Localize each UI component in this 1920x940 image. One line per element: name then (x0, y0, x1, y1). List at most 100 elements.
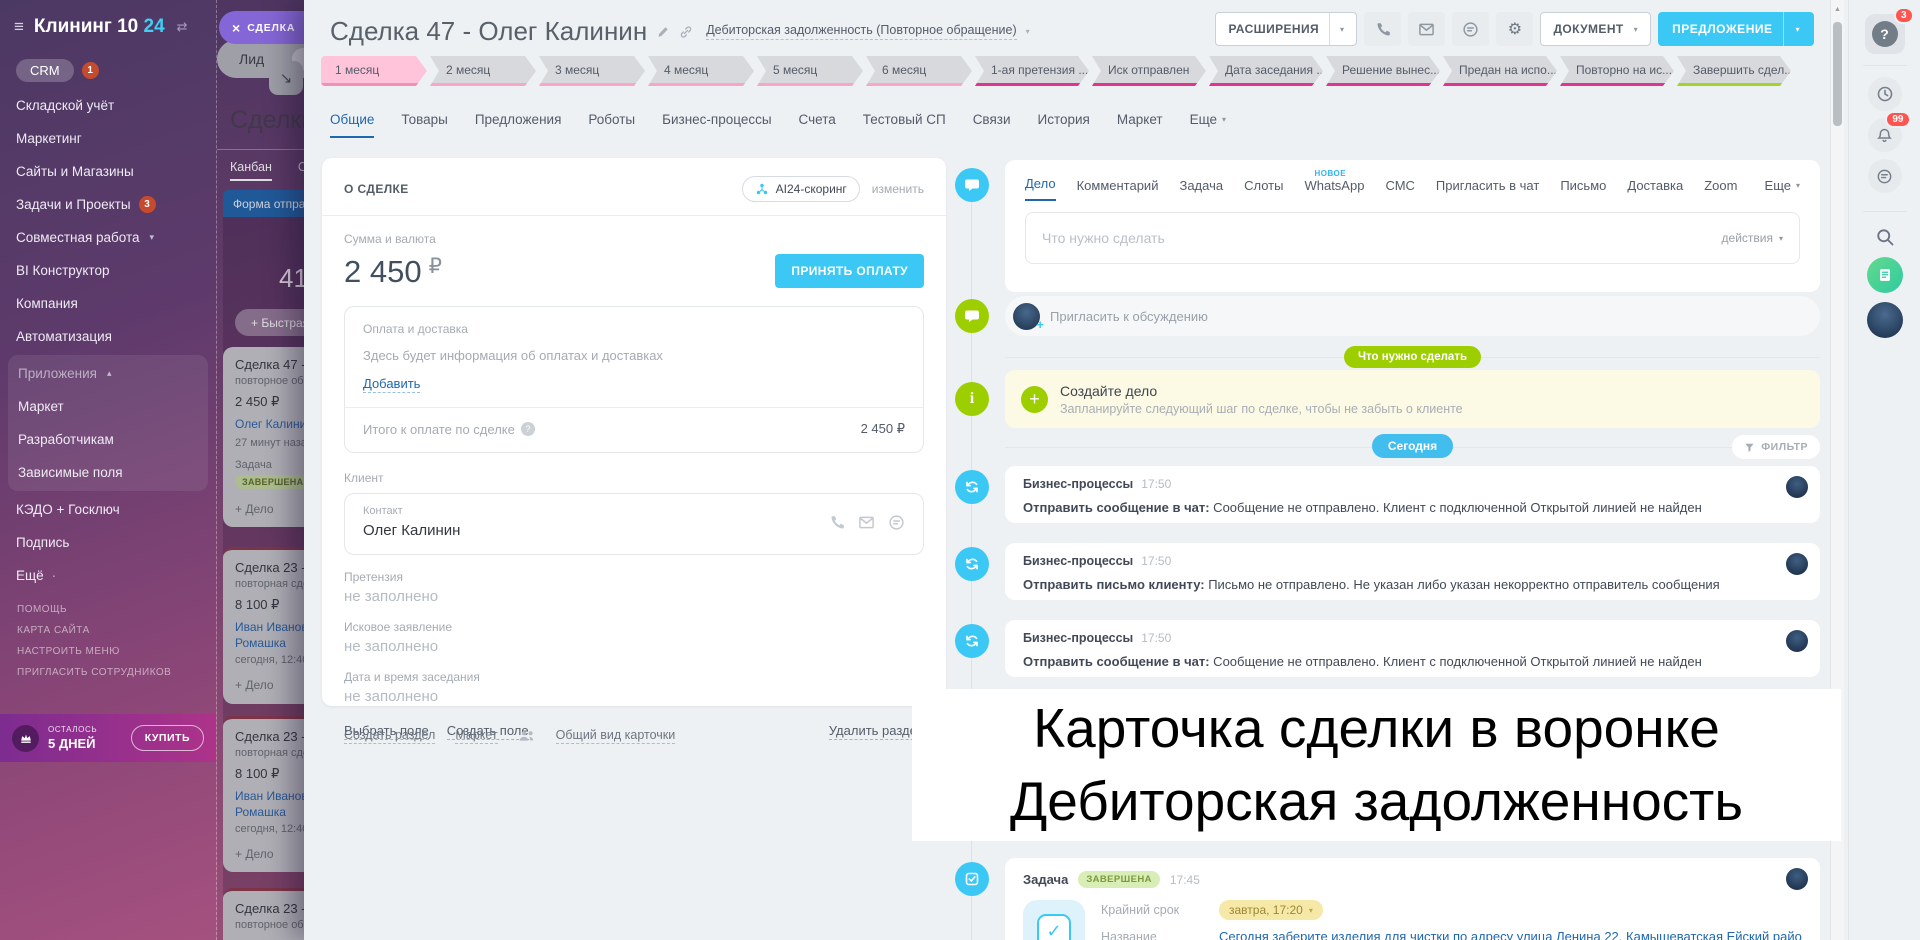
history-clock-button[interactable] (1867, 77, 1902, 111)
stage-close-deal[interactable]: Завершить сдел... (1677, 56, 1791, 86)
chevron-down-icon[interactable]: ▾ (1795, 25, 1800, 34)
tab-history[interactable]: История (1038, 112, 1090, 136)
tl-tab-letter[interactable]: Письмо (1560, 178, 1606, 201)
stage-month-6[interactable]: 6 месяц (866, 56, 972, 86)
chevron-down-icon[interactable]: ▾ (1340, 25, 1344, 34)
sidebar-item-automation[interactable]: Автоматизация (0, 320, 216, 353)
tl-tab-zoom[interactable]: Zoom (1704, 178, 1737, 201)
copy-link-icon[interactable] (679, 25, 693, 39)
stage-re-enforcement[interactable]: Повторно на ис... (1560, 56, 1674, 86)
card-company-link[interactable]: Ромашка (235, 636, 304, 650)
search-icon[interactable] (1875, 227, 1895, 247)
email-button[interactable] (1408, 12, 1446, 46)
call-button[interactable] (1364, 12, 1402, 46)
pipeline-selector[interactable]: Дебиторская задолженность (Повторное обр… (706, 23, 1017, 40)
footer-link-help[interactable]: ПОМОЩЬ (17, 604, 171, 615)
task-name-link[interactable]: Сегодня заберите изделия для чистки по а… (1219, 929, 1802, 940)
sidebar-item-collab[interactable]: Совместная работа ▾ (0, 221, 216, 254)
timeline-entry-task[interactable]: Задача ЗАВЕРШЕНА 17:45 ✓ Крайний срок за… (1005, 858, 1820, 940)
quick-deal-button[interactable]: + Быстрая сделка (235, 309, 304, 336)
deadline-pill[interactable]: завтра, 17:20 ▾ (1219, 900, 1323, 920)
delete-section-link[interactable]: Удалить раздел (828, 723, 924, 740)
stage-month-4[interactable]: 4 месяц (648, 56, 754, 86)
kanban-column-header[interactable]: Форма отправлена (223, 190, 304, 217)
card-client-link[interactable]: Иван Иванов (235, 789, 304, 805)
scrollbar-thumb[interactable] (1833, 22, 1842, 126)
tab-market[interactable]: Маркет (1117, 112, 1163, 136)
sidebar-item-crm[interactable]: CRM 1 (0, 52, 216, 89)
tl-tab-sms[interactable]: СМС (1385, 178, 1414, 201)
stage-month-3[interactable]: 3 месяц (539, 56, 645, 86)
edit-scoring-link[interactable]: изменить (872, 182, 924, 196)
stage-enforcement[interactable]: Предан на испо... (1443, 56, 1557, 86)
chat-icon[interactable] (888, 514, 905, 531)
timeline-entry-bizproc-2[interactable]: Бизнес-процессы 17:50 Отправить письмо к… (1005, 543, 1820, 600)
stage-month-5[interactable]: 5 месяц (757, 56, 863, 86)
field-claim[interactable]: Претензия не заполнено (344, 570, 924, 605)
close-icon[interactable]: × (232, 21, 240, 35)
footer-link-invite[interactable]: ПРИГЛАСИТЬ СОТРУДНИКОВ (17, 667, 171, 678)
user-avatar[interactable] (1866, 302, 1903, 338)
accept-payment-button[interactable]: ПРИНЯТЬ ОПЛАТУ (775, 254, 924, 288)
card-client-link[interactable]: Иван Иванов (235, 620, 304, 636)
tab-links[interactable]: Связи (973, 112, 1011, 136)
kanban-card-deal-23b[interactable]: Сделка 23 - Иван Иванов повторная сделка… (223, 716, 304, 872)
ai-scoring-button[interactable]: AI24-скоринг (741, 176, 860, 202)
deal-amount[interactable]: 2 450 (344, 254, 422, 290)
kanban-card-deal-47[interactable]: Сделка 47 - Олег Калинин повторное обращ… (223, 347, 304, 527)
sidebar-item-apps[interactable]: Приложения ▴ (8, 357, 208, 390)
market-link[interactable]: Маркет (455, 728, 498, 744)
filter-button[interactable]: ФИЛЬТР (1732, 435, 1820, 459)
timeline-entry-bizproc-3[interactable]: Бизнес-процессы 17:50 Отправить сообщени… (1005, 620, 1820, 677)
sidebar-item-dependent-fields[interactable]: Зависимые поля (8, 456, 208, 489)
tl-tab-activity[interactable]: Дело (1025, 176, 1056, 201)
news-doc-button[interactable] (1866, 257, 1903, 293)
card-company-link[interactable]: Ромашка (235, 805, 304, 819)
sidebar-item-sites[interactable]: Сайты и Магазины (0, 155, 216, 188)
extensions-button[interactable]: РАСШИРЕНИЯ ▾ (1215, 12, 1358, 46)
tl-tab-comment[interactable]: Комментарий (1077, 178, 1159, 201)
tl-tab-task[interactable]: Задача (1179, 178, 1223, 201)
payment-add-link[interactable]: Добавить (363, 376, 421, 393)
actions-dropdown[interactable]: действия ▾ (1722, 231, 1783, 245)
slider-close-tab[interactable]: × СДЕЛКА (219, 11, 305, 44)
stage-month-1[interactable]: 1 месяц (321, 56, 427, 86)
todo-input[interactable] (1042, 230, 1712, 246)
footer-link-sitemap[interactable]: КАРТА САЙТА (17, 625, 171, 636)
invite-discussion-bar[interactable]: + Пригласить к обсуждению (1005, 296, 1820, 336)
tab-test-sp[interactable]: Тестовый СП (863, 112, 946, 136)
edit-pencil-icon[interactable] (656, 25, 670, 39)
tab-more[interactable]: Еще ▾ (1190, 112, 1226, 136)
tl-tab-slots[interactable]: Слоты (1244, 178, 1283, 201)
field-hearing-datetime[interactable]: Дата и время заседания не заполнено (344, 670, 924, 705)
sidebar-item-company[interactable]: Компания (0, 287, 216, 320)
stage-decision[interactable]: Решение вынес... (1326, 56, 1440, 86)
messenger-button[interactable] (1867, 159, 1902, 193)
email-icon[interactable] (858, 514, 875, 531)
view-tab-kanban[interactable]: Канбан (230, 160, 272, 181)
sidebar-item-sign[interactable]: Подпись (0, 526, 216, 559)
add-activity-link[interactable]: + Дело (235, 678, 304, 692)
stage-hearing-date[interactable]: Дата заседания ... (1209, 56, 1323, 86)
help-button[interactable]: ? 3 (1864, 7, 1914, 54)
card-client-link[interactable]: Олег Калинин (235, 417, 304, 433)
buy-button[interactable]: КУПИТЬ (130, 725, 204, 751)
offer-button[interactable]: ПРЕДЛОЖЕНИЕ ▾ (1658, 12, 1814, 46)
sidebar-item-market[interactable]: Маркет (8, 390, 208, 423)
contact-name[interactable]: Олег Калинин (363, 522, 460, 539)
add-plus-icon[interactable]: + (1021, 385, 1048, 413)
create-activity-hint[interactable]: + Создайте дело Запланируйте следующий ш… (1005, 370, 1820, 428)
chevron-down-icon[interactable]: ▾ (1634, 25, 1638, 34)
scroll-up-arrow[interactable]: ▲ (1831, 6, 1844, 13)
footer-link-configure-menu[interactable]: НАСТРОИТЬ МЕНЮ (17, 646, 171, 657)
field-lawsuit[interactable]: Исковое заявление не заполнено (344, 620, 924, 655)
sidebar-item-marketing[interactable]: Маркетинг (0, 122, 216, 155)
today-pill[interactable]: Сегодня (1371, 434, 1454, 458)
sidebar-item-more[interactable]: Ещё · (0, 559, 216, 592)
tab-products[interactable]: Товары (401, 112, 447, 136)
tab-quotes[interactable]: Предложения (475, 112, 562, 136)
help-question-icon[interactable]: ? (520, 422, 535, 436)
add-activity-link[interactable]: + Дело (235, 502, 304, 516)
card-view-link[interactable]: Общий вид карточки (555, 728, 676, 744)
tl-tab-more[interactable]: Еще ▾ (1765, 178, 1800, 201)
